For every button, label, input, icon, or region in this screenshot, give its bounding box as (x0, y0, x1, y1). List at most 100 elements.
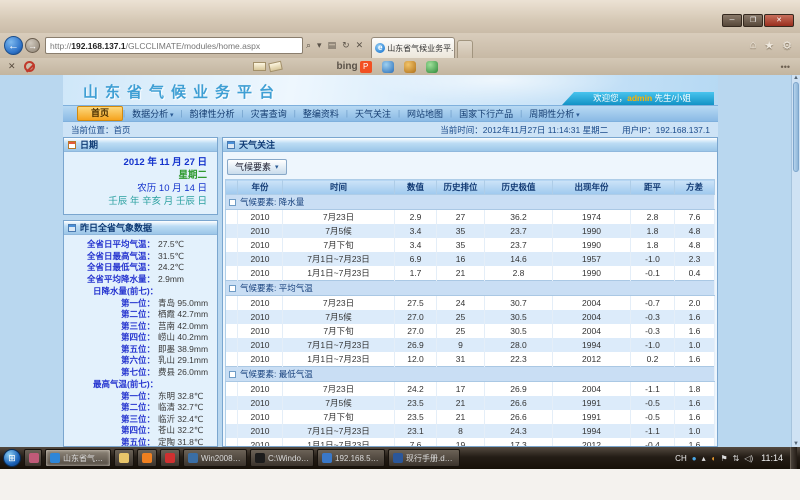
popup-blocked-icon[interactable] (24, 61, 35, 72)
data-row[interactable]: 20107月下旬27.02530.52004-0.31.6 (226, 324, 715, 338)
data-row[interactable]: 20107月下旬23.52126.61991-0.51.6 (226, 410, 715, 424)
action-center-icon[interactable]: ⚑ (720, 454, 727, 463)
new-tab-button[interactable] (457, 40, 473, 58)
group-row[interactable]: 气候要素: 降水量 (226, 195, 715, 210)
address-bar[interactable]: http://192.168.137.1/GLCCLIMATE/modules/… (45, 37, 303, 54)
column-header[interactable]: 历史排位 (437, 180, 485, 195)
data-cell: 16 (437, 252, 485, 266)
data-row[interactable]: 20107月1日~7月23日23.1824.31994-1.11.0 (226, 424, 715, 438)
collapse-icon[interactable] (229, 371, 236, 378)
minimize-button[interactable]: ─ (722, 14, 742, 27)
nav-item-5[interactable]: 天气关注 (348, 107, 398, 120)
search-icon[interactable]: ⌕ (303, 40, 314, 51)
data-row[interactable]: 20107月5候27.02530.52004-0.31.6 (226, 310, 715, 324)
column-header[interactable]: 数值 (395, 180, 437, 195)
taskbar-button-7[interactable]: 192.168.59.99... (317, 449, 385, 467)
refresh-icon[interactable]: ↻ (339, 40, 353, 51)
messenger-icon[interactable]: ● (692, 454, 697, 463)
nav-item-4[interactable]: 整编资料 (296, 107, 346, 120)
back-button[interactable]: ← (4, 36, 23, 55)
taskbar-button-8[interactable]: 现行手册.docx ... (388, 449, 460, 467)
addonbar-close-icon[interactable]: ✕ (8, 61, 16, 72)
close-button[interactable]: ✕ (764, 14, 794, 27)
rank-value: 临清 32.7℃ (155, 402, 203, 414)
taskbar-clock[interactable]: 11:14 (758, 453, 786, 463)
home-icon[interactable]: ⌂ (750, 39, 757, 52)
forward-button[interactable]: → (25, 38, 40, 53)
language-indicator[interactable]: CH (675, 454, 687, 463)
data-row[interactable]: 20101月1日~7月23日12.03122.320120.21.6 (226, 352, 715, 367)
mail-icon[interactable] (253, 62, 266, 71)
data-row[interactable]: 20107月1日~7月23日26.9928.01994-1.01.0 (226, 338, 715, 352)
column-header[interactable]: 距平 (631, 180, 675, 195)
climate-element-button[interactable]: 气候要素 ▾ (227, 159, 287, 175)
data-cell: 0.4 (675, 266, 715, 281)
nav-item-8[interactable]: 周期性分析 ▾ (522, 107, 586, 120)
taskbar-button-2[interactable] (114, 449, 134, 467)
network-icon[interactable]: ⇅ (733, 454, 740, 463)
tools-gear-icon[interactable]: ⚙ (782, 39, 792, 52)
main-nav: 首页|数据分析 ▾|韵律性分析|灾害查询|整编资料|天气关注|网站地图|国家下行… (63, 105, 718, 122)
data-row[interactable]: 20107月23日27.52430.72004-0.72.0 (226, 296, 715, 311)
scroll-up-icon[interactable]: ▲ (792, 75, 800, 81)
section-title: 最高气温(前七)： (67, 379, 214, 391)
nav-item-2[interactable]: 韵律性分析 (183, 107, 242, 120)
data-cell: 27.0 (395, 324, 437, 338)
data-row[interactable]: 20107月5候3.43523.719901.84.8 (226, 224, 715, 238)
send-mail-icon[interactable] (268, 61, 283, 73)
taskbar-button-4[interactable] (160, 449, 180, 467)
vertical-scrollbar[interactable]: ▲ ▼ (791, 75, 800, 447)
taskbar-button-3[interactable] (137, 449, 157, 467)
rank-label: 第五位： (67, 344, 155, 356)
taskbar-button-6[interactable]: C:\Windows\s... (250, 449, 314, 467)
data-cell: 2.3 (675, 252, 715, 266)
hidden-icons-icon[interactable]: ▴ (702, 454, 706, 463)
chevron-down-icon[interactable]: ▾ (314, 40, 325, 51)
data-cell: 2.8 (631, 210, 675, 225)
maximize-button[interactable]: ❐ (743, 14, 763, 27)
browser-tab[interactable]: e 山东省气候业务平... ✕ (371, 37, 455, 58)
column-header[interactable]: 方差 (675, 180, 715, 195)
favorites-star-icon[interactable]: ★ (764, 39, 774, 52)
taskbar-button-5[interactable]: Win2008 (VS2... (183, 449, 247, 467)
nav-item-7[interactable]: 国家下行产品 (452, 107, 520, 120)
favorites-extension-icon[interactable] (404, 61, 416, 73)
data-row[interactable]: 20101月1日~7月23日1.7212.81990-0.10.4 (226, 266, 715, 281)
show-desktop-button[interactable] (790, 447, 797, 469)
data-row[interactable]: 20107月23日24.21726.92004-1.11.8 (226, 382, 715, 397)
taskbar-button-1[interactable]: 山东省气候业务平台 (45, 449, 111, 467)
data-row[interactable]: 20107月下旬3.43523.719901.84.8 (226, 238, 715, 252)
addon-toolbar: ✕ bing P ••• (0, 58, 800, 75)
nav-item-1[interactable]: 数据分析 ▾ (125, 107, 180, 120)
collapse-icon[interactable] (229, 285, 236, 292)
chart-icon (68, 224, 76, 232)
tab-title: 山东省气候业务平... (387, 43, 455, 54)
column-header[interactable]: 出现年份 (553, 180, 631, 195)
data-row[interactable]: 20107月23日2.92736.219742.87.6 (226, 210, 715, 225)
data-row[interactable]: 20101月1日~7月23日7.61917.32012-0.41.6 (226, 438, 715, 447)
taskbar-button-0[interactable] (24, 449, 42, 467)
data-row[interactable]: 20107月5候23.52126.61991-0.51.6 (226, 396, 715, 410)
volume-icon[interactable]: ◁) (744, 454, 753, 463)
nav-item-3[interactable]: 灾害查询 (244, 107, 294, 120)
column-header[interactable]: 历史极值 (485, 180, 553, 195)
data-row[interactable]: 20107月1日~7月23日6.91614.61957-1.02.3 (226, 252, 715, 266)
antivirus-icon[interactable]: ◖ (711, 454, 716, 463)
puzzle-extension-icon[interactable] (426, 61, 438, 73)
column-header[interactable]: 时间 (283, 180, 395, 195)
group-row[interactable]: 气候要素: 平均气温 (226, 281, 715, 296)
camera-extension-icon[interactable] (382, 61, 394, 73)
collapse-icon[interactable] (229, 199, 236, 206)
chevron-down-icon: ▾ (574, 112, 579, 119)
nav-item-0[interactable]: 首页 (77, 106, 123, 121)
overflow-icon[interactable]: ••• (781, 62, 790, 72)
stop-icon[interactable]: ✕ (353, 40, 367, 51)
bing-search-button[interactable]: P (360, 61, 372, 73)
start-button[interactable]: ⊞ (3, 449, 21, 467)
nav-item-6[interactable]: 网站地图 (400, 107, 450, 120)
stat-line: 全省日平均气温：27.5℃ (67, 239, 214, 251)
compatibility-icon[interactable]: ▤ (325, 40, 340, 51)
scrollbar-thumb[interactable] (793, 82, 799, 172)
column-header[interactable]: 年份 (238, 180, 283, 195)
group-row[interactable]: 气候要素: 最低气温 (226, 367, 715, 382)
